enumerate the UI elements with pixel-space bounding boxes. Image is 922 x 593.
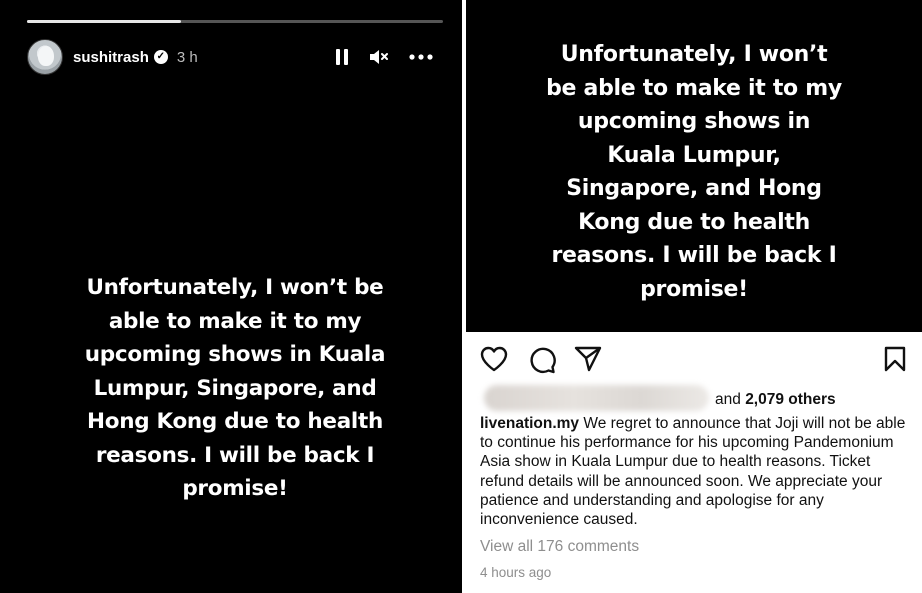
story-progress-fill bbox=[27, 20, 181, 23]
more-icon[interactable] bbox=[409, 54, 433, 60]
share-icon[interactable] bbox=[574, 346, 602, 377]
caption-handle[interactable]: livenation.my bbox=[480, 415, 579, 432]
view-comments-link[interactable]: View all 176 comments bbox=[480, 538, 639, 556]
story-crop-text: Unfortunately, I won’t be able to make i… bbox=[546, 42, 842, 302]
story-view[interactable]: sushitrash ✓ 3 h Unfortunately, I won’t … bbox=[0, 0, 462, 593]
story-progress-bar bbox=[27, 20, 443, 23]
likes-count[interactable]: and 2,079 others bbox=[715, 391, 836, 409]
likes-line[interactable]: and 2,079 others bbox=[480, 385, 910, 412]
story-time: 3 h bbox=[176, 48, 198, 66]
bookmark-icon[interactable] bbox=[883, 346, 907, 377]
story-username[interactable]: sushitrash bbox=[73, 49, 149, 66]
avatar[interactable] bbox=[27, 39, 63, 75]
story-crop: Unfortunately, I won’t be able to make i… bbox=[466, 0, 922, 332]
post-action-bar bbox=[480, 346, 910, 376]
story-header: sushitrash ✓ 3 h bbox=[27, 38, 437, 76]
heart-icon[interactable] bbox=[480, 346, 508, 377]
post-caption: livenation.my We regret to announce that… bbox=[480, 414, 910, 529]
instagram-post: and 2,079 others livenation.my We regret… bbox=[466, 332, 922, 593]
verified-badge-icon: ✓ bbox=[153, 50, 168, 64]
blurred-liker-name bbox=[484, 385, 709, 411]
comment-icon[interactable] bbox=[528, 346, 556, 379]
post-time: 4 hours ago bbox=[480, 565, 552, 580]
story-text: Unfortunately, I won’t be able to make i… bbox=[84, 275, 386, 501]
mute-icon[interactable] bbox=[369, 48, 389, 66]
pause-icon[interactable] bbox=[335, 48, 349, 66]
story-controls bbox=[335, 48, 437, 66]
